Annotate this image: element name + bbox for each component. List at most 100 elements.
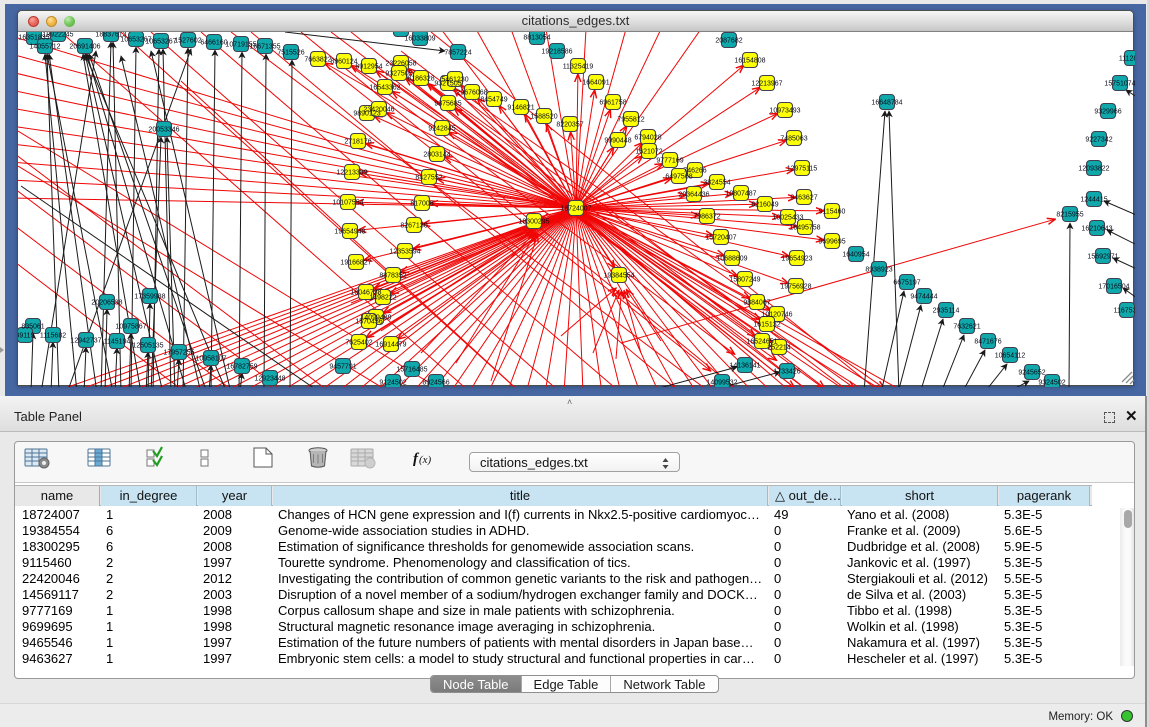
svg-text:(x): (x) — [419, 454, 432, 466]
svg-text:9124502: 9124502 — [379, 380, 406, 387]
svg-text:39119: 39119 — [18, 333, 35, 340]
svg-text:7515526: 7515526 — [277, 50, 304, 57]
svg-text:6961758: 6961758 — [599, 100, 626, 107]
svg-text:1570456: 1570456 — [355, 319, 382, 326]
svg-text:11325419: 11325419 — [563, 64, 594, 71]
svg-text:16671355: 16671355 — [249, 44, 280, 51]
svg-text:8471676: 8471676 — [974, 339, 1001, 346]
svg-text:10107554: 10107554 — [332, 200, 363, 207]
svg-text:8220357: 8220357 — [556, 122, 583, 129]
svg-text:6675197: 6675197 — [893, 280, 920, 287]
svg-text:10025433: 10025433 — [772, 215, 803, 222]
svg-text:15720407: 15720407 — [705, 235, 736, 242]
svg-text:12213967: 12213967 — [751, 81, 782, 88]
svg-text:9884067: 9884067 — [743, 300, 770, 307]
svg-text:16033809: 16033809 — [404, 36, 435, 43]
svg-text:8960124: 8960124 — [330, 59, 357, 66]
svg-text:1588520: 1588520 — [530, 114, 557, 121]
svg-text:8938923: 8938923 — [865, 267, 892, 274]
svg-text:16543362: 16543362 — [369, 85, 400, 92]
svg-text:1244415: 1244415 — [1080, 197, 1107, 204]
svg-text:18495758: 18495758 — [789, 225, 820, 232]
svg-text:10654112: 10654112 — [995, 353, 1026, 360]
svg-text:1621072: 1621072 — [635, 149, 662, 156]
svg-text:7857224: 7857224 — [444, 50, 471, 57]
svg-text:15807249: 15807249 — [729, 277, 760, 284]
svg-text:9146821: 9146821 — [507, 105, 534, 112]
svg-text:10688609: 10688609 — [716, 256, 747, 263]
svg-text:20364436: 20364436 — [678, 192, 709, 199]
svg-text:10120746: 10120746 — [761, 312, 792, 319]
svg-text:7955812: 7955812 — [617, 117, 644, 124]
svg-text:23226058: 23226058 — [385, 61, 416, 68]
svg-text:9875685: 9875685 — [434, 101, 461, 108]
svg-text:5461230: 5461230 — [441, 77, 468, 84]
svg-text:8878352: 8878352 — [379, 273, 406, 280]
svg-text:1664091: 1664091 — [582, 80, 609, 87]
svg-text:9227342: 9227342 — [1085, 137, 1112, 144]
svg-text:16782759: 16782759 — [226, 364, 257, 371]
svg-text:10973493: 10973493 — [769, 108, 800, 115]
svg-text:7485063: 7485063 — [780, 136, 807, 143]
svg-text:8186328: 8186328 — [407, 76, 434, 83]
svg-text:1733426: 1733426 — [773, 369, 800, 376]
svg-text:12213389: 12213389 — [336, 170, 367, 177]
svg-text:3824554: 3824554 — [703, 180, 730, 187]
svg-text:7632621: 7632621 — [953, 324, 980, 331]
svg-text:835061: 835061 — [21, 324, 44, 331]
svg-text:19654948: 19654948 — [334, 229, 365, 236]
svg-text:8813054: 8813054 — [523, 35, 550, 42]
svg-text:19218586: 19218586 — [541, 49, 572, 56]
svg-text:9245652: 9245652 — [1018, 370, 1045, 377]
svg-text:6216049: 6216049 — [751, 202, 778, 209]
svg-text:817006: 817006 — [410, 201, 433, 208]
svg-text:12975115: 12975115 — [787, 166, 818, 173]
svg-text:8215955: 8215955 — [1056, 212, 1083, 219]
svg-text:19166827: 19166827 — [340, 260, 371, 267]
svg-text:10975867: 10975867 — [115, 324, 146, 331]
svg-text:9777169: 9777169 — [656, 158, 683, 165]
svg-text:29676068: 29676068 — [456, 90, 487, 97]
svg-text:18300295: 18300295 — [518, 219, 549, 226]
svg-text:10807487: 10807487 — [725, 191, 756, 198]
svg-text:1498222: 1498222 — [369, 295, 396, 302]
svg-text:7663822: 7663822 — [304, 57, 331, 64]
svg-text:15751074: 15751074 — [1104, 81, 1135, 88]
svg-text:15692971: 15692971 — [1087, 254, 1118, 261]
svg-text:9115460: 9115460 — [819, 209, 846, 216]
svg-text:20691406: 20691406 — [69, 44, 100, 51]
svg-text:9329966: 9329966 — [1094, 109, 1121, 116]
svg-text:2087682: 2087682 — [715, 38, 742, 45]
svg-text:10958107: 10958107 — [195, 356, 226, 363]
svg-text:19756928: 19756928 — [780, 284, 811, 291]
svg-text:1162615: 1162615 — [388, 32, 415, 34]
svg-text:9242845: 9242845 — [428, 126, 455, 133]
svg-text:2935114: 2935114 — [933, 308, 960, 315]
svg-text:9699695: 9699695 — [818, 239, 845, 246]
svg-text:19922245: 19922245 — [42, 32, 73, 39]
svg-text:8912954: 8912954 — [355, 64, 382, 71]
svg-text:16648784: 16648784 — [871, 100, 902, 107]
svg-text:8924566: 8924566 — [422, 380, 449, 387]
svg-text:1145194: 1145194 — [104, 339, 131, 346]
svg-text:6794028: 6794028 — [634, 135, 661, 142]
svg-text:10653267: 10653267 — [145, 39, 176, 46]
svg-text:252214: 252214 — [767, 345, 790, 352]
svg-text:1640954: 1640954 — [842, 252, 869, 259]
svg-text:20206538: 20206538 — [91, 300, 122, 307]
svg-text:9474444: 9474444 — [910, 294, 937, 301]
svg-text:1527602: 1527602 — [174, 38, 201, 45]
svg-text:23420046: 23420046 — [363, 107, 394, 114]
svg-text:7625402: 7625402 — [345, 340, 372, 347]
svg-text:18724007: 18724007 — [560, 206, 591, 213]
svg-text:12093822: 12093822 — [1078, 166, 1109, 173]
svg-text:19384554: 19384554 — [603, 273, 634, 280]
svg-text:16210643: 16210643 — [1081, 226, 1112, 233]
svg-text:17957255: 17957255 — [163, 350, 194, 357]
svg-text:9457791: 9457791 — [329, 364, 356, 371]
svg-text:6466160: 6466160 — [200, 40, 227, 47]
svg-text:12923448: 12923448 — [254, 376, 285, 383]
svg-text:16914479: 16914479 — [375, 342, 406, 349]
svg-text:15716485: 15716485 — [396, 367, 427, 374]
svg-text:9463627: 9463627 — [790, 195, 817, 202]
